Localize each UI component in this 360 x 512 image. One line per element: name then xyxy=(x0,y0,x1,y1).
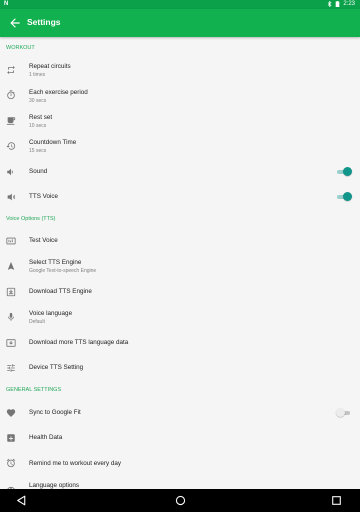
sound-switch-thumb xyxy=(343,167,352,176)
download-language-data-title: Download more TTS language data xyxy=(29,339,129,346)
bluetooth-icon xyxy=(328,1,332,7)
language-options-item[interactable]: Language options xyxy=(0,477,360,489)
google-fit-switch[interactable] xyxy=(335,408,353,418)
countdown-time-summary: 15 secs xyxy=(29,148,47,154)
select-tts-engine-item[interactable]: Select TTS Engine Google Text-to-speech … xyxy=(0,253,360,278)
select-tts-engine-summary: Google Text-to-speech Engine xyxy=(29,268,97,274)
voice-language-summary: Default xyxy=(29,319,45,325)
alarm-clock-icon xyxy=(6,458,16,468)
repeat-icon xyxy=(7,65,15,75)
status-indicators: 2:23 xyxy=(327,1,355,7)
health-data-title: Health Data xyxy=(29,434,63,441)
section-header-general: GENERAL SETTINGS xyxy=(6,387,62,393)
health-data-item[interactable]: Health Data xyxy=(0,425,360,450)
select-tts-engine-title: Select TTS Engine xyxy=(29,259,82,266)
rest-set-summary: 10 secs xyxy=(29,123,47,129)
download-tts-engine-item[interactable]: Download TTS Engine xyxy=(0,279,360,304)
microphone-icon xyxy=(8,312,14,321)
navigation-bar xyxy=(0,489,360,512)
settings-list[interactable]: WORKOUT Repeat circuits 1 times Each exe… xyxy=(0,37,360,489)
repeat-circuits-item[interactable]: Repeat circuits 1 times xyxy=(0,57,360,82)
back-triangle-icon[interactable] xyxy=(15,494,28,507)
sound-switch[interactable] xyxy=(335,167,353,177)
app-bar: Settings xyxy=(0,9,360,37)
download-tts-engine-title: Download TTS Engine xyxy=(29,288,92,295)
test-voice-item[interactable]: Test Voice xyxy=(0,228,360,253)
voice-icon xyxy=(7,193,16,201)
navigation-arrow-icon xyxy=(7,261,15,270)
countdown-time-item[interactable]: Countdown Time 15 secs xyxy=(0,134,360,159)
exercise-period-summary: 30 secs xyxy=(29,98,47,104)
section-header-voice: Voice Options (TTS) xyxy=(6,216,56,222)
test-voice-title: Test Voice xyxy=(29,237,58,244)
timer-icon xyxy=(7,90,15,100)
recents-square-icon[interactable] xyxy=(330,494,343,507)
exercise-period-item[interactable]: Each exercise period 30 secs xyxy=(0,83,360,108)
download-box-icon xyxy=(6,287,16,297)
page-title: Settings xyxy=(27,17,61,27)
repeat-circuits-summary: 1 times xyxy=(29,72,46,78)
download-language-data-item[interactable]: Download more TTS language data xyxy=(0,330,360,355)
repeat-circuits-title: Repeat circuits xyxy=(29,63,71,70)
google-fit-switch-thumb xyxy=(336,408,345,417)
remind-item[interactable]: Remind me to workout every day xyxy=(0,451,360,476)
heart-icon xyxy=(6,409,16,417)
back-arrow-icon[interactable] xyxy=(8,16,22,30)
download-data-icon xyxy=(6,339,16,347)
rest-set-title: Rest set xyxy=(29,114,53,121)
tts-voice-item[interactable]: TTS Voice xyxy=(0,184,360,209)
exercise-period-title: Each exercise period xyxy=(29,89,88,96)
notification-icon: N xyxy=(4,1,9,7)
countdown-time-title: Countdown Time xyxy=(29,139,77,146)
sliders-icon xyxy=(7,364,15,372)
history-icon xyxy=(6,142,16,150)
remind-title: Remind me to workout every day xyxy=(29,460,122,467)
clock: 2:23 xyxy=(343,1,355,7)
settings-screen: N 2:23 Settings WORKOUT Repeat circuits xyxy=(0,0,360,512)
battery-icon xyxy=(336,1,340,7)
tts-voice-switch-thumb xyxy=(343,192,352,201)
test-voice-icon xyxy=(6,237,16,245)
home-circle-icon[interactable] xyxy=(174,494,187,507)
coffee-icon xyxy=(6,117,16,125)
voice-language-title: Voice language xyxy=(29,310,73,317)
google-fit-item[interactable]: Sync to Google Fit xyxy=(0,400,360,425)
tts-voice-title: TTS Voice xyxy=(29,193,59,200)
medical-cross-icon xyxy=(7,434,15,442)
google-fit-title: Sync to Google Fit xyxy=(29,409,81,416)
language-options-title: Language options xyxy=(29,482,80,489)
status-bar: N 2:23 xyxy=(0,0,360,9)
tts-voice-switch[interactable] xyxy=(335,192,353,202)
speaker-icon xyxy=(7,168,13,176)
device-tts-setting-item[interactable]: Device TTS Setting xyxy=(0,355,360,380)
sound-item[interactable]: Sound xyxy=(0,159,360,184)
section-header-workout: WORKOUT xyxy=(6,45,35,51)
voice-language-item[interactable]: Voice language Default xyxy=(0,305,360,330)
device-tts-setting-title: Device TTS Setting xyxy=(29,364,84,371)
rest-set-item[interactable]: Rest set 10 secs xyxy=(0,108,360,133)
sound-title: Sound xyxy=(29,168,48,175)
